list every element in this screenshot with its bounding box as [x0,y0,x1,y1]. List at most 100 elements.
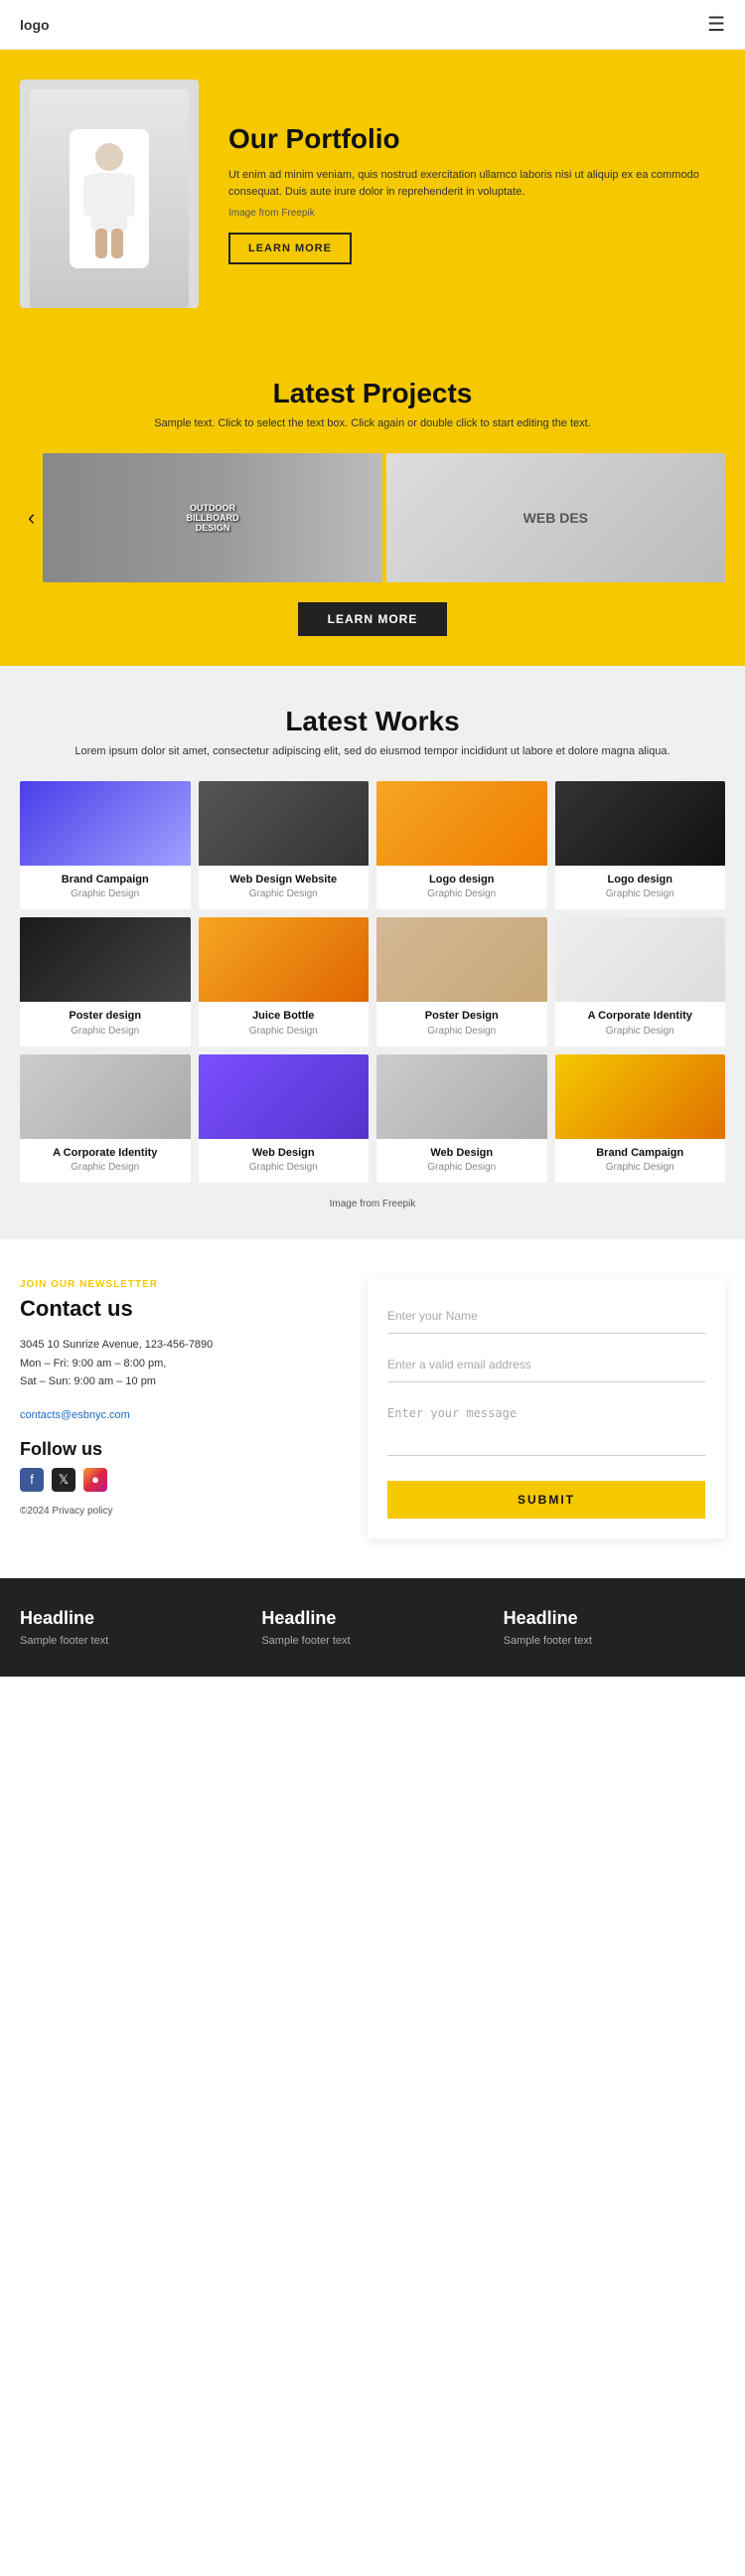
work-card-sub: Graphic Design [376,1162,547,1173]
work-card-sub: Graphic Design [376,888,547,899]
work-card: Poster design Graphic Design [20,917,191,1046]
footer-headline-3: Headline [504,1608,725,1629]
hero-text: Ut enim ad minim veniam, quis nostrud ex… [228,167,725,200]
contact-form: SUBMIT [368,1279,725,1538]
contact-section: JOIN OUR NEWSLETTER Contact us 3045 10 S… [0,1239,745,1578]
hamburger-menu-icon[interactable]: ☰ [707,12,725,37]
contact-tag: JOIN OUR NEWSLETTER [20,1279,338,1290]
header: logo ☰ [0,0,745,50]
follow-us-title: Follow us [20,1439,338,1460]
work-card-title: Poster Design [376,1009,547,1023]
footer-headline-2: Headline [261,1608,483,1629]
footer-col-1: Headline Sample footer text [20,1608,241,1647]
footer: Headline Sample footer text Headline Sam… [0,1578,745,1677]
contact-info: 3045 10 Sunrize Avenue, 123-456-7890 Mon… [20,1336,338,1391]
work-card-sub: Graphic Design [20,888,191,899]
person-icon [70,129,149,268]
contact-hours2: Sat – Sun: 9:00 am – 10 pm [20,1372,338,1391]
logo: logo [20,17,50,33]
hero-content: Our Portfolio Ut enim ad minim veniam, q… [228,123,725,264]
work-card-image [199,917,370,1002]
work-card: Poster Design Graphic Design [376,917,547,1046]
work-card: Web Design Website Graphic Design [199,781,370,909]
name-input[interactable] [387,1299,705,1334]
footer-col-2: Headline Sample footer text [261,1608,483,1647]
social-icons: f 𝕏 ● [20,1468,338,1492]
project-image-1: OUTDOORBILLBOARDDESIGN [43,453,381,582]
work-card-sub: Graphic Design [20,1026,191,1037]
work-card-sub: Graphic Design [199,1162,370,1173]
work-card-title: Web Design [376,1146,547,1160]
work-card-sub: Graphic Design [555,888,726,899]
submit-button[interactable]: SUBMIT [387,1481,705,1519]
contact-email-link[interactable]: contacts@esbnyc.com [20,1409,130,1421]
work-card-sub: Graphic Design [199,888,370,899]
message-input[interactable] [387,1396,705,1456]
work-card-image [555,781,726,866]
work-card-title: Logo design [555,873,726,886]
footer-headline-1: Headline [20,1608,241,1629]
work-card-title: A Corporate Identity [20,1146,191,1160]
footer-col-3: Headline Sample footer text [504,1608,725,1647]
latest-works-section: Latest Works Lorem ipsum dolor sit amet,… [0,666,745,1239]
work-card-title: Poster design [20,1009,191,1023]
work-card-title: Web Design [199,1146,370,1160]
footer-text-2: Sample footer text [261,1635,483,1647]
work-card-title: Juice Bottle [199,1009,370,1023]
latest-works-title: Latest Works [20,706,725,737]
carousel-prev-button[interactable]: ‹ [20,505,43,531]
projects-carousel: ‹ OUTDOORBILLBOARDDESIGN WEB DES [20,453,725,582]
latest-works-subtitle: Lorem ipsum dolor sit amet, consectetur … [20,745,725,757]
work-card-image [555,1054,726,1139]
works-freepik: Image from Freepik [20,1199,725,1209]
contact-hours: Mon – Fri: 9:00 am – 8:00 pm, [20,1355,338,1373]
latest-projects-title: Latest Projects [20,378,725,409]
project-image-2: WEB DES [386,453,725,582]
work-card-title: Brand Campaign [555,1146,726,1160]
work-card-title: Logo design [376,873,547,886]
work-card: A Corporate Identity Graphic Design [555,917,726,1046]
work-card-title: A Corporate Identity [555,1009,726,1023]
latest-projects-subtitle: Sample text. Click to select the text bo… [20,417,725,429]
work-card-sub: Graphic Design [20,1162,191,1173]
work-card: Brand Campaign Graphic Design [555,1054,726,1183]
work-card: Web Design Graphic Design [199,1054,370,1183]
work-card-sub: Graphic Design [555,1026,726,1037]
contact-left: JOIN OUR NEWSLETTER Contact us 3045 10 S… [20,1279,338,1517]
footer-text-1: Sample footer text [20,1635,241,1647]
twitter-icon[interactable]: 𝕏 [52,1468,75,1492]
work-card-image [20,781,191,866]
hero-title: Our Portfolio [228,123,725,155]
web-des-label: WEB DES [523,510,588,526]
work-card-image [376,917,547,1002]
work-card-sub: Graphic Design [199,1026,370,1037]
billboard-label: OUTDOORBILLBOARDDESIGN [183,499,243,537]
work-card-title: Brand Campaign [20,873,191,886]
instagram-icon[interactable]: ● [83,1468,107,1492]
hero-learn-more-button[interactable]: LEARN MORE [228,233,352,264]
works-grid: Brand Campaign Graphic Design Web Design… [20,781,725,1183]
hero-image [20,80,199,308]
work-card-image [20,1054,191,1139]
work-card-image [199,1054,370,1139]
work-card-sub: Graphic Design [376,1026,547,1037]
copyright: ©2024 Privacy policy [20,1506,338,1517]
work-card-image [555,917,726,1002]
work-card: Logo design Graphic Design [376,781,547,909]
email-input[interactable] [387,1348,705,1382]
footer-text-3: Sample footer text [504,1635,725,1647]
work-card-image [20,917,191,1002]
work-card-sub: Graphic Design [555,1162,726,1173]
projects-images: OUTDOORBILLBOARDDESIGN WEB DES [43,453,725,582]
work-card-title: Web Design Website [199,873,370,886]
facebook-icon[interactable]: f [20,1468,44,1492]
hero-section: Our Portfolio Ut enim ad minim veniam, q… [0,50,745,338]
work-card: A Corporate Identity Graphic Design [20,1054,191,1183]
work-card-image [376,1054,547,1139]
hero-person-image [30,89,189,308]
work-card: Web Design Graphic Design [376,1054,547,1183]
latest-projects-section: Latest Projects Sample text. Click to se… [0,338,745,666]
work-card: Juice Bottle Graphic Design [199,917,370,1046]
work-card: Brand Campaign Graphic Design [20,781,191,909]
projects-learn-more-button[interactable]: LEARN MORE [298,602,448,636]
